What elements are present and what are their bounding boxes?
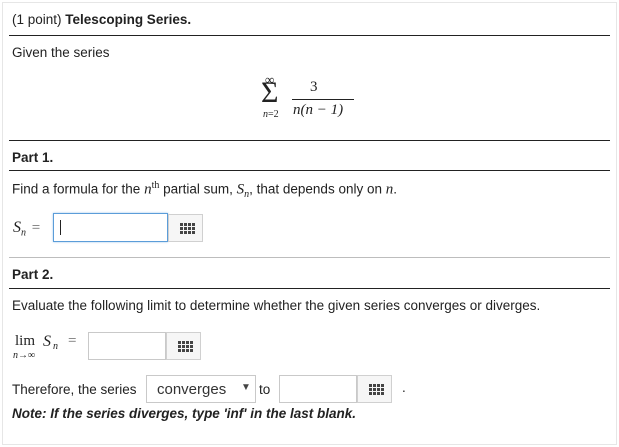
grid-icon [180,223,195,234]
limit-subscript: n→∞ [13,350,36,361]
limit-equation-editor-button[interactable] [166,332,201,360]
part1-prompt: Find a formula for the nth partial sum, … [12,180,397,201]
caret-down-icon: ▼ [241,382,251,393]
to-text: to [259,382,271,397]
problem-title: Telescoping Series. [65,12,192,27]
part2-bottom-divider [9,288,610,289]
s-variable: S [236,181,245,198]
grid-icon [178,341,193,352]
part2-prompt: Evaluate the following limit to determin… [12,298,541,313]
sigma-symbol: Σ [261,76,279,109]
intro-text: Given the series [12,45,110,60]
limit-value-equation-editor-button[interactable] [357,375,392,403]
points-label: (1 point) [12,12,62,27]
limit-label: lim n→∞ S n = [13,333,77,361]
part1-bottom-divider [9,170,610,171]
divergence-note: Note: If the series diverges, type 'inf'… [12,406,357,421]
sn-label: Sn = [13,219,41,239]
fraction-denominator: n(n − 1) [293,102,344,118]
convergence-select[interactable]: converges ▼ [146,375,256,403]
fraction-bar [292,99,354,100]
part2-heading: Part 2. [12,267,54,282]
partial-sum-equation-editor-button[interactable] [168,214,203,242]
period-text: . [402,380,406,395]
sum-lower-limit: n=2 [263,109,279,120]
limit-input[interactable] [88,332,166,360]
therefore-text: Therefore, the series [12,382,137,397]
header-divider [9,35,610,36]
series-formula: ∞ Σ n=2 3 n(n − 1) [261,72,372,124]
fraction-numerator: 3 [310,79,318,95]
n-variable: n [144,181,152,198]
grid-icon [369,384,384,395]
limit-value-input[interactable] [279,375,357,403]
problem-header: (1 point) Telescoping Series. [12,12,191,27]
text-caret [60,220,61,235]
part1-heading: Part 1. [12,150,54,165]
partial-sum-input[interactable] [53,213,168,242]
part1-top-divider [9,140,610,141]
select-value: converges [157,381,227,398]
part2-top-divider [9,257,610,258]
